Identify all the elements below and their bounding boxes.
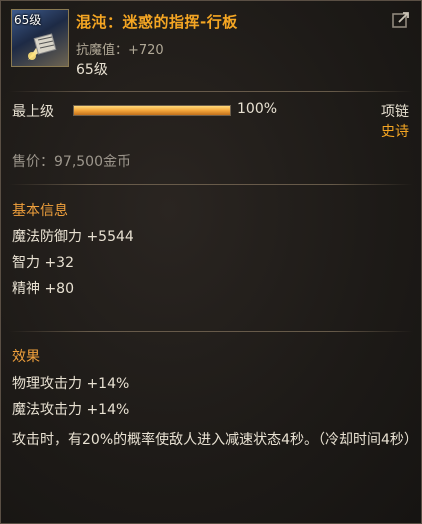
item-level: 65级 (76, 62, 108, 78)
rarity-label: 史诗 (381, 124, 409, 140)
item-tooltip: 65级 混沌：迷惑的指挥-行板 抗魔值：+720 65级 最上级 100% 项链… (0, 0, 422, 524)
effect-line: 物理攻击力 +14% (12, 376, 130, 392)
divider (9, 331, 413, 332)
basic-info-title: 基本信息 (12, 203, 68, 219)
icon-level-label: 65级 (14, 13, 42, 27)
item-name: 混沌：迷惑的指挥-行板 (76, 13, 238, 31)
conductor-baton-icon (28, 33, 57, 60)
quality-percent: 100% (237, 101, 278, 117)
basic-info-line: 魔法防御力 +5544 (12, 229, 134, 245)
effects-title: 效果 (12, 349, 40, 365)
item-icon[interactable]: 65级 (11, 9, 69, 67)
quality-progress-bar (73, 105, 231, 116)
basic-info-line: 精神 +80 (12, 281, 74, 297)
equipment-slot: 项链 (381, 104, 409, 120)
quality-progress-fill (74, 106, 230, 115)
share-icon[interactable] (391, 10, 411, 30)
sell-price: 售价：97,500金币 (12, 154, 131, 170)
effect-description: 攻击时，有20%的概率使敌人进入减速状态4秒。（冷却时间4秒） (12, 432, 418, 448)
basic-info-line: 智力 +32 (12, 255, 74, 271)
effect-line: 魔法攻击力 +14% (12, 402, 130, 418)
quality-label: 最上级 (12, 104, 54, 120)
resist-stat: 抗魔值：+720 (76, 43, 164, 58)
divider (9, 91, 413, 92)
divider (9, 184, 413, 185)
